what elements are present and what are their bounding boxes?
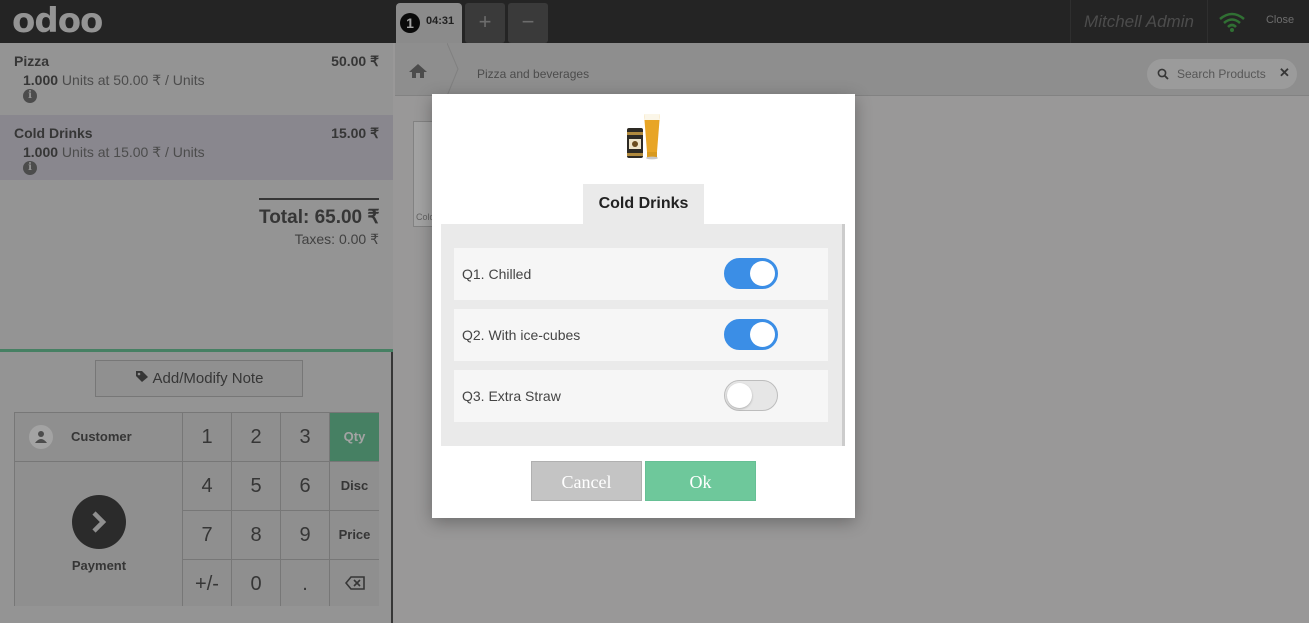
question-toggle-extra-straw[interactable]: [724, 380, 778, 411]
toggle-knob: [750, 322, 775, 347]
product-image: [627, 114, 660, 160]
questions-panel: Q1. Chilled Q2. With ice-cubes Q3. Extra…: [441, 224, 845, 446]
question-label: Q2. With ice-cubes: [462, 327, 581, 343]
question-row: Q2. With ice-cubes: [454, 309, 828, 361]
toggle-knob: [727, 383, 752, 408]
product-name-tab: Cold Drinks: [583, 184, 704, 224]
cancel-button[interactable]: Cancel: [531, 461, 642, 501]
question-label: Q1. Chilled: [462, 266, 532, 282]
product-questions-dialog: Cold Drinks Q1. Chilled Q2. With ice-cub…: [432, 94, 855, 518]
question-row: Q1. Chilled: [454, 248, 828, 300]
ok-button[interactable]: Ok: [645, 461, 756, 501]
question-label: Q3. Extra Straw: [462, 388, 561, 404]
question-toggle-chilled[interactable]: [724, 258, 778, 289]
toggle-knob: [750, 261, 775, 286]
question-toggle-ice-cubes[interactable]: [724, 319, 778, 350]
question-row: Q3. Extra Straw: [454, 370, 828, 422]
